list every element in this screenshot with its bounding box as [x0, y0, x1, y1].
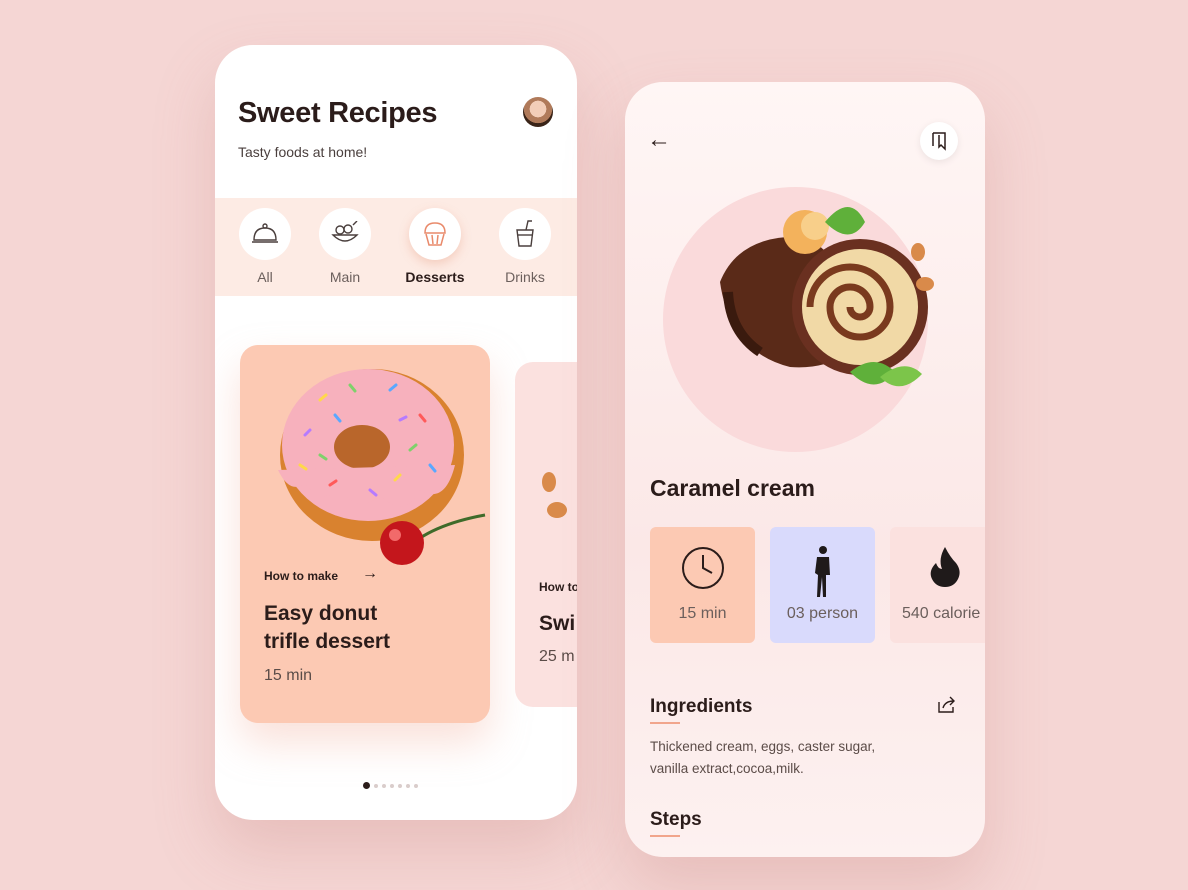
pagination-dot[interactable] — [363, 782, 370, 789]
pagination-dot[interactable] — [382, 783, 386, 788]
recipe-time: 25 m — [539, 648, 575, 665]
category-main[interactable]: Main — [315, 208, 375, 285]
how-to-label: How to — [539, 580, 577, 594]
pagination-dot[interactable] — [406, 783, 410, 788]
app-title: Sweet Recipes — [238, 97, 438, 129]
category-label: Desserts — [405, 269, 465, 285]
pagination-dot[interactable] — [414, 783, 418, 788]
category-desserts[interactable]: Desserts — [405, 208, 465, 285]
stat-card-servings: 03 person — [770, 527, 875, 643]
pagination-dot[interactable] — [398, 783, 402, 788]
heading-underline — [650, 722, 680, 724]
category-drinks[interactable]: Drinks — [495, 208, 555, 285]
recipe-detail-screen: ← Caramel cream 15 min 03 person 540 cal… — [625, 82, 985, 857]
cupcake-icon — [409, 208, 461, 260]
person-icon — [770, 545, 875, 599]
carousel-pagination[interactable] — [363, 782, 418, 789]
how-to-label: How to make — [264, 569, 339, 583]
cloche-icon — [239, 208, 291, 260]
stat-value: 03 person — [786, 605, 859, 622]
clock-icon — [650, 545, 755, 591]
bookmark-icon — [932, 132, 946, 151]
steps-heading: Steps — [650, 809, 702, 830]
category-all[interactable]: All — [235, 208, 295, 285]
heading-underline — [650, 835, 680, 837]
category-label: Drinks — [505, 269, 545, 285]
stat-card-time: 15 min — [650, 527, 755, 643]
recipe-title: Easy donut trifle dessert — [264, 602, 391, 653]
swiss-roll-image — [720, 207, 934, 387]
cup-straw-icon — [499, 208, 551, 260]
ingredients-text: Thickened cream, eggs, caster sugar, van… — [650, 739, 876, 776]
coffee-beans-image — [542, 472, 567, 518]
recipe-time: 15 min — [264, 667, 313, 684]
ingredients-heading: Ingredients — [650, 696, 753, 717]
fire-icon — [890, 545, 985, 587]
recipe-title: Swi — [539, 612, 576, 635]
home-screen: Sweet Recipes Tasty foods at home! All M… — [215, 45, 577, 820]
stat-card-calories: 540 calorie — [890, 527, 985, 643]
recipe-card-next[interactable]: How to Swi 25 m — [515, 362, 577, 707]
share-icon[interactable] — [937, 696, 957, 719]
stat-value: 15 min — [678, 605, 727, 622]
recipe-title: Caramel cream — [650, 475, 815, 501]
pagination-dot[interactable] — [374, 783, 378, 788]
pagination-dot[interactable] — [390, 783, 394, 788]
stat-value: 540 calorie — [902, 605, 981, 622]
arrow-right-icon[interactable]: → — [362, 565, 378, 583]
salad-bowl-icon — [319, 208, 371, 260]
app-subtitle: Tasty foods at home! — [238, 144, 368, 160]
category-strip: All Main Desserts Drinks — [215, 198, 577, 296]
recipe-card[interactable]: How to make → Easy donut trifle dessert … — [240, 345, 490, 723]
donut-image — [278, 369, 486, 565]
bookmark-button[interactable] — [920, 122, 958, 160]
category-label: Main — [329, 269, 361, 285]
back-arrow-icon[interactable]: ← — [647, 126, 671, 154]
avatar[interactable] — [523, 97, 553, 127]
category-label: All — [257, 269, 273, 285]
